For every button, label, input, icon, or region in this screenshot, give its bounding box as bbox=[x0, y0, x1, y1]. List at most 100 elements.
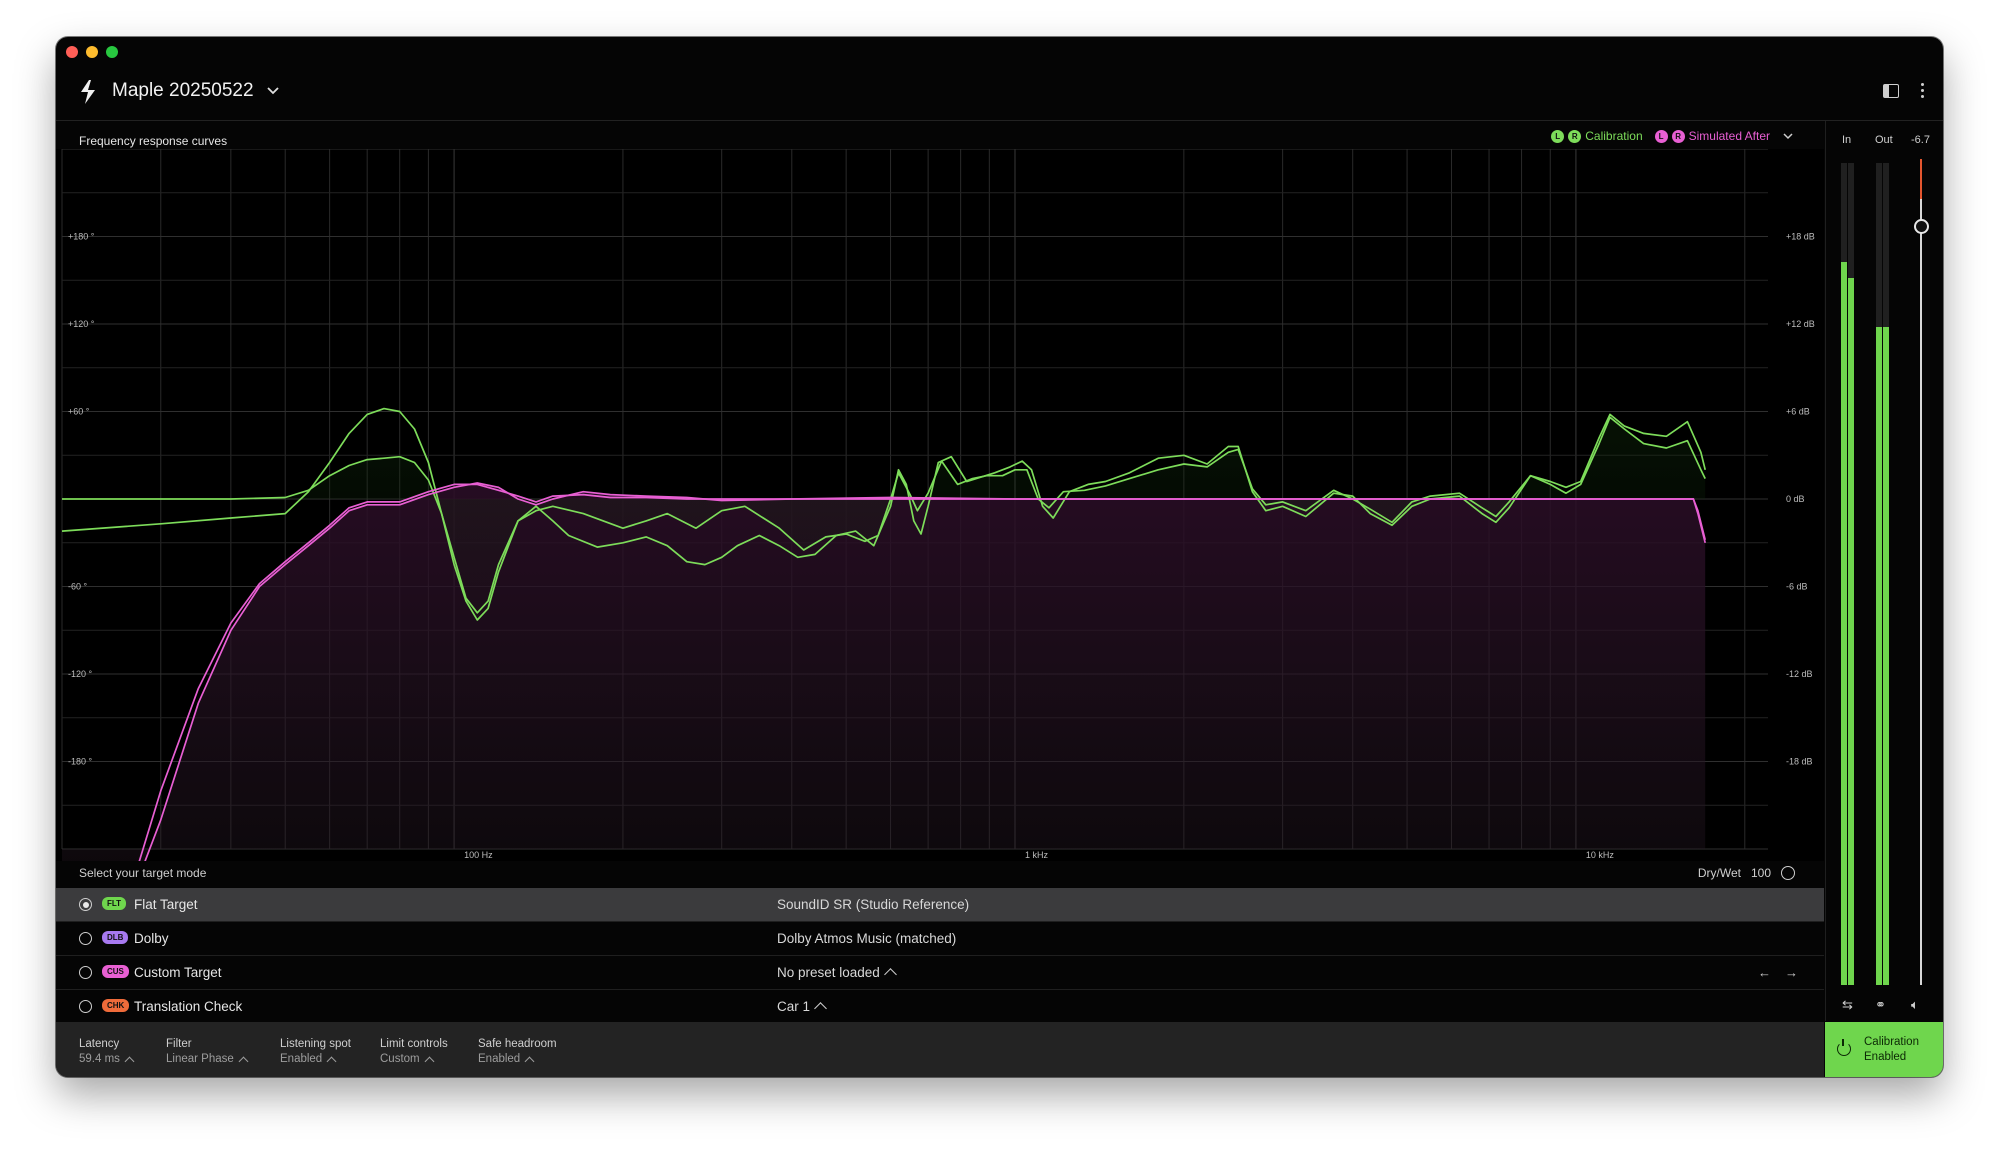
setting-value: Enabled bbox=[280, 1053, 323, 1065]
more-options-icon[interactable] bbox=[1921, 83, 1925, 98]
radio-button[interactable] bbox=[79, 898, 92, 911]
target-preset-label: SoundID SR (Studio Reference) bbox=[777, 897, 970, 912]
input-meter-right bbox=[1848, 163, 1854, 985]
radio-button[interactable] bbox=[79, 1000, 92, 1013]
db-tick-label: +6 dB bbox=[1786, 407, 1810, 417]
calibration-toggle-button[interactable]: Calibration Enabled bbox=[1825, 1022, 1943, 1077]
output-level-slider-track[interactable] bbox=[1920, 159, 1922, 985]
legend-simulated-label: Simulated After bbox=[1688, 129, 1770, 143]
mono-link-icon[interactable]: ⚭ bbox=[1875, 997, 1886, 1013]
target-mode-list: FLT Flat Target SoundID SR (Studio Refer… bbox=[56, 888, 1824, 1024]
target-preset-dropdown[interactable]: Car 1 bbox=[777, 999, 827, 1015]
setting-value: Linear Phase bbox=[166, 1053, 234, 1065]
phase-tick-label: -120 ° bbox=[68, 669, 93, 679]
target-badge: DLB bbox=[102, 931, 129, 944]
target-preset[interactable]: Dolby Atmos Music (matched) bbox=[777, 931, 956, 946]
db-tick-label: -18 dB bbox=[1786, 757, 1813, 767]
arrow-left-icon[interactable]: ← bbox=[1758, 965, 1771, 980]
sidebar-toggle-icon[interactable] bbox=[1883, 83, 1899, 98]
chart-title: Frequency response curves bbox=[79, 134, 228, 148]
chart-legend[interactable]: L R Calibration L R Simulated After bbox=[1551, 129, 1794, 143]
legend-simulated[interactable]: L R Simulated After bbox=[1654, 129, 1794, 143]
calibration-button-label: Calibration bbox=[1864, 1036, 1919, 1048]
target-preset[interactable]: SoundID SR (Studio Reference) bbox=[777, 897, 969, 912]
meter-in-label: In bbox=[1842, 134, 1852, 146]
chevron-up-icon[interactable] bbox=[883, 968, 897, 981]
target-name: Dolby bbox=[134, 931, 169, 946]
legend-calibration[interactable]: L R Calibration bbox=[1551, 129, 1643, 143]
profile-title[interactable]: Maple 20250522 bbox=[112, 80, 254, 102]
setting-value: Enabled bbox=[478, 1053, 521, 1065]
output-meter-right-fill bbox=[1883, 327, 1889, 985]
db-tick-label: +12 dB bbox=[1786, 319, 1815, 329]
chevron-up-icon[interactable] bbox=[524, 1056, 535, 1066]
target-preset-label: Dolby Atmos Music (matched) bbox=[777, 931, 957, 946]
chevron-up-icon[interactable] bbox=[814, 1002, 827, 1015]
target-preset-dropdown[interactable]: No preset loaded bbox=[777, 965, 897, 981]
chevron-up-icon[interactable] bbox=[424, 1056, 435, 1066]
target-badge: FLT bbox=[102, 897, 127, 910]
phase-tick-label: +120 ° bbox=[68, 319, 95, 329]
setting-value: Custom bbox=[380, 1053, 420, 1065]
limit-controls-setting[interactable]: Limit controls Custom bbox=[380, 1038, 448, 1066]
setting-label: Listening spot bbox=[280, 1038, 351, 1050]
legend-l-dot: L bbox=[1551, 129, 1565, 143]
settings-bar: Latency 59.4 ms Filter Linear Phase List… bbox=[56, 1022, 1824, 1077]
phase-tick-label: -180 ° bbox=[68, 757, 93, 767]
target-row-custom[interactable]: CUS Custom Target No preset loaded ← → bbox=[56, 956, 1824, 990]
legend-r-dot: R bbox=[1568, 129, 1582, 143]
setting-label: Safe headroom bbox=[478, 1038, 557, 1050]
safe-headroom-setting[interactable]: Safe headroom Enabled bbox=[478, 1038, 557, 1066]
soundid-logo-icon bbox=[81, 80, 95, 104]
target-preset-label: Car 1 bbox=[777, 999, 811, 1014]
setting-value: 59.4 ms bbox=[79, 1053, 120, 1065]
phase-tick-label: +60 ° bbox=[68, 407, 90, 417]
input-meter-right-fill bbox=[1848, 278, 1854, 985]
setting-label: Latency bbox=[79, 1038, 120, 1050]
swap-channels-icon[interactable]: ⇆ bbox=[1842, 997, 1853, 1013]
chevron-down-icon[interactable] bbox=[1782, 130, 1794, 142]
legend-l-dot: L bbox=[1654, 129, 1668, 143]
output-meter-left-fill bbox=[1876, 327, 1882, 985]
target-row-flat[interactable]: FLT Flat Target SoundID SR (Studio Refer… bbox=[56, 888, 1824, 922]
chevron-up-icon[interactable] bbox=[124, 1056, 135, 1066]
radio-button[interactable] bbox=[79, 966, 92, 979]
listening-spot-setting[interactable]: Listening spot Enabled bbox=[280, 1038, 351, 1066]
level-meters-panel: In Out -6.7 ⇆ ⚭ 🔈︎ bbox=[1825, 121, 1943, 1021]
legend-r-dot: R bbox=[1671, 129, 1685, 143]
frequency-tick-label: 100 Hz bbox=[464, 850, 493, 860]
legend-calibration-label: Calibration bbox=[1585, 129, 1643, 143]
target-row-dolby[interactable]: DLB Dolby Dolby Atmos Music (matched) bbox=[56, 922, 1824, 956]
output-meter-left bbox=[1876, 163, 1882, 985]
target-name: Custom Target bbox=[134, 965, 222, 980]
frequency-tick-label: 10 kHz bbox=[1586, 850, 1615, 860]
target-name: Flat Target bbox=[134, 897, 198, 912]
target-row-translation[interactable]: CHK Translation Check Car 1 bbox=[56, 990, 1824, 1024]
output-level-slider-clip-zone bbox=[1920, 159, 1922, 199]
speaker-icon[interactable]: 🔈︎ bbox=[1911, 997, 1919, 1013]
app-window: Maple 20250522 Frequency response curves… bbox=[56, 37, 1943, 1077]
dry-wet-label: Dry/Wet bbox=[1697, 866, 1741, 880]
chevron-up-icon[interactable] bbox=[326, 1056, 337, 1066]
dry-wet-knob-icon[interactable] bbox=[1781, 866, 1795, 880]
output-level-slider-knob[interactable] bbox=[1914, 219, 1929, 234]
radio-button[interactable] bbox=[79, 932, 92, 945]
dry-wet-control[interactable]: Dry/Wet 100 bbox=[1698, 866, 1795, 880]
chevron-up-icon[interactable] bbox=[238, 1056, 249, 1066]
db-tick-label: +18 dB bbox=[1786, 232, 1815, 242]
chevron-down-icon[interactable] bbox=[266, 84, 280, 98]
target-name: Translation Check bbox=[134, 999, 243, 1014]
frequency-response-plot[interactable]: +180 ° +120 ° +60 ° -60 ° -120 ° -180 ° +18 dB… bbox=[56, 149, 1824, 861]
calibration-button-state: Enabled bbox=[1864, 1051, 1907, 1063]
arrow-right-icon[interactable]: → bbox=[1785, 965, 1798, 980]
input-meter-left-fill bbox=[1841, 261, 1847, 985]
output-level-value[interactable]: -6.7 bbox=[1911, 134, 1930, 146]
latency-setting[interactable]: Latency 59.4 ms bbox=[79, 1038, 135, 1066]
target-badge: CHK bbox=[102, 999, 130, 1012]
output-meter-right bbox=[1883, 163, 1889, 985]
title-bar: Maple 20250522 bbox=[56, 37, 1943, 121]
target-mode-prompt: Select your target mode bbox=[79, 866, 207, 880]
dry-wet-value[interactable]: 100 bbox=[1751, 866, 1771, 880]
db-tick-label: 0 dB bbox=[1786, 494, 1805, 504]
filter-setting[interactable]: Filter Linear Phase bbox=[166, 1038, 249, 1066]
